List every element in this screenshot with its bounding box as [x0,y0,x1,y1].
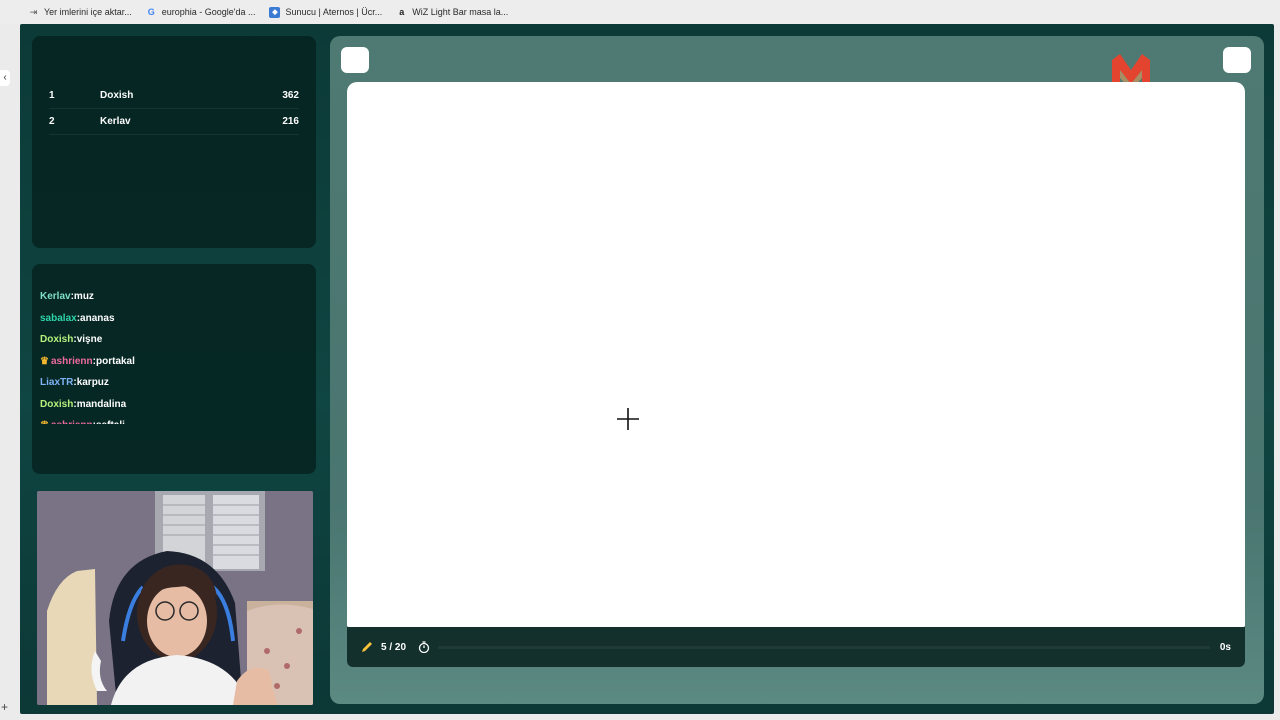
bookmark-label: Yer imlerini içe aktar... [44,7,132,17]
player-name: Kerlav [100,116,131,127]
game-area: 5 / 20 0s [330,36,1264,704]
player-rank: 2 [49,116,55,127]
scoreboard-row: 2 Kerlav 216 [49,109,299,135]
player-name: Doxish [100,90,134,101]
chat-text: mandalina [76,398,127,410]
game-frame: 1 Doxish 362 2 Kerlav 216 Kerlav: muz sabalax: a… [20,24,1274,714]
collapse-arrow-icon[interactable]: ‹ [0,70,10,86]
chat-text: portakal [96,355,135,367]
drawing-canvas[interactable] [347,82,1245,627]
crosshair-cursor-icon [617,408,639,430]
bookmark-label: WiZ Light Bar masa la... [412,7,509,17]
chat-text: muz [73,291,94,303]
settings-button[interactable] [1223,47,1251,73]
bookmark-item[interactable]: ◆ Sunucu | Aternos | Ücr... [269,6,383,18]
chat-message: ♛ashrienn:şeftali [40,415,310,424]
chat-text: vişne [76,334,103,346]
player-points: 216 [282,116,299,127]
chat-username: ashrienn [50,355,93,367]
aternos-icon: ◆ [269,6,281,18]
chat-text: karpuz [76,377,109,389]
game-status-bar: 5 / 20 0s [347,627,1245,667]
amazon-icon: a [399,7,405,17]
chat-message: ♛ ashrienn: portakal [40,351,310,373]
chat-username: Doxish [40,334,74,346]
timer-progress-bar [438,645,1210,649]
chat-username: LiaxTR [40,377,74,389]
chat-message: LiaxTR: karpuz [40,372,310,394]
chat-username: Kerlav [40,291,71,303]
bookmark-item[interactable]: ⇥ Yer imlerini içe aktar... [28,7,132,18]
chat-username: sabalax [40,312,77,324]
chat-message: Kerlav: muz [40,286,310,308]
bookmark-label: Sunucu | Aternos | Ücr... [285,7,383,17]
chat-username: Doxish [40,398,74,410]
player-points: 362 [282,90,299,101]
chat-text: ananas [80,312,115,324]
timer-icon [418,641,430,653]
bookmarks-bar: ⇥ Yer imlerini içe aktar... Geurophia - Go… [0,0,1280,24]
chat-username: ashrienn [51,420,93,424]
crown-icon: ♛ [40,355,49,367]
bookmark-label: europhia - Google'da ... [161,7,256,17]
menu-button[interactable] [341,47,369,73]
chat-text: şeftali [96,420,125,424]
crown-icon: ♛ [40,420,49,424]
pencil-icon [362,642,372,652]
google-icon: G [147,7,155,17]
scoreboard-row: 1 Doxish 362 [49,83,299,109]
chat-message: sabalax: ananas [40,308,310,330]
webcam-feed [37,491,313,705]
chat-message: Doxish: mandalina [40,394,310,416]
round-counter: 5 / 20 [381,641,407,653]
bookmark-item[interactable]: a WiZ Light Bar masa la... [396,7,508,18]
scoreboard: 1 Doxish 362 2 Kerlav 216 [32,36,316,248]
bookmark-item[interactable]: Geurophia - Google'da ... [146,7,256,18]
webcam-image [37,491,313,705]
player-rank: 1 [49,90,55,101]
chat-panel: Kerlav: muz sabalax: ananas Doxish: vişne ♛ ash… [32,264,316,474]
import-icon: ⇥ [29,6,38,17]
add-icon[interactable]: + [1,700,8,714]
chat-message: Doxish: vişne [40,329,310,351]
time-left: 0s [1219,641,1231,653]
chat-list: Kerlav: muz sabalax: ananas Doxish: vişne ♛ ash… [40,286,310,424]
